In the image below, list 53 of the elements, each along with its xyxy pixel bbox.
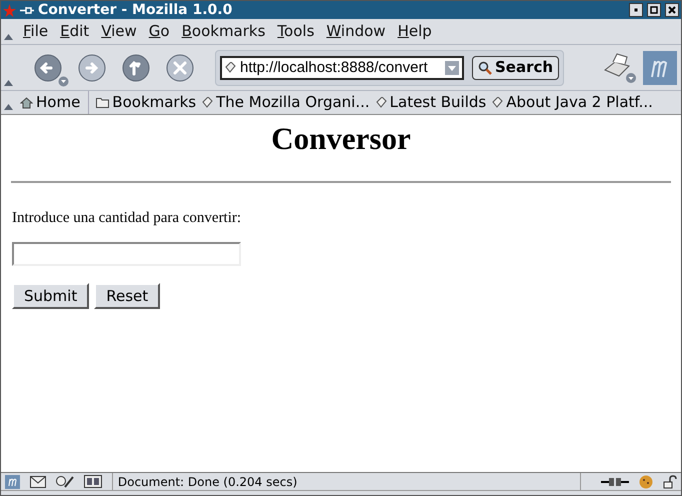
search-icon bbox=[478, 60, 492, 74]
menu-item[interactable]: Window bbox=[320, 20, 392, 43]
bookmark-item[interactable]: Bookmarks bbox=[93, 91, 200, 114]
bookmark-item[interactable]: About Java 2 Platf... bbox=[489, 91, 656, 114]
home-icon bbox=[20, 96, 33, 108]
amount-field[interactable] bbox=[12, 242, 241, 266]
bookmark-item[interactable]: Latest Builds bbox=[372, 91, 490, 114]
mozilla-icon[interactable] bbox=[5, 474, 20, 488]
reload-button[interactable] bbox=[121, 52, 151, 82]
folder-icon bbox=[96, 97, 110, 108]
search-button[interactable]: Search bbox=[472, 56, 560, 80]
minimize-icon bbox=[632, 6, 640, 14]
bookmark-icon bbox=[376, 97, 387, 108]
back-button[interactable] bbox=[33, 52, 63, 82]
menu-item[interactable]: File bbox=[17, 20, 54, 43]
prompt-text: Introduce una cantidad para convertir: bbox=[12, 209, 242, 228]
menu-item[interactable]: Help bbox=[392, 20, 438, 43]
mail-icon[interactable] bbox=[30, 476, 46, 488]
grippy-icon[interactable] bbox=[4, 104, 13, 110]
connection-icon bbox=[601, 476, 630, 486]
bookmark-icon bbox=[492, 97, 504, 108]
grippy-icon[interactable] bbox=[4, 34, 13, 40]
bookmark-item[interactable]: The Mozilla Organi... bbox=[199, 91, 373, 114]
star-icon[interactable] bbox=[3, 4, 16, 16]
maximize-icon bbox=[650, 6, 658, 14]
dropdown-icon[interactable] bbox=[58, 76, 69, 86]
mozilla-logo-icon[interactable] bbox=[643, 50, 677, 84]
url-text: http://localhost:8888/convert bbox=[240, 60, 429, 75]
url-field[interactable]: http://localhost:8888/convert bbox=[220, 56, 464, 80]
pin-icon[interactable] bbox=[20, 6, 34, 14]
page-heading: Conversor bbox=[270, 121, 412, 157]
stop-button[interactable] bbox=[165, 52, 195, 82]
menu-item[interactable]: Edit bbox=[54, 20, 96, 43]
close-button[interactable] bbox=[665, 3, 679, 17]
grippy-icon[interactable] bbox=[4, 80, 13, 86]
reset-button[interactable]: Reset bbox=[94, 282, 160, 308]
menu-item[interactable]: Bookmarks bbox=[176, 20, 272, 43]
dropdown-icon[interactable] bbox=[445, 60, 459, 74]
menu-item[interactable]: Tools bbox=[271, 20, 320, 43]
maximize-button[interactable] bbox=[647, 3, 661, 17]
submit-button[interactable]: Submit bbox=[12, 282, 90, 308]
bookmark-icon bbox=[202, 97, 214, 108]
lock-icon bbox=[663, 474, 677, 488]
bookmark-item[interactable]: Home bbox=[17, 91, 90, 114]
minimize-button[interactable] bbox=[629, 3, 643, 17]
status-text: Document: Done (0.204 secs) bbox=[112, 472, 582, 490]
window-title: Converter - Mozilla 1.0.0 bbox=[38, 3, 232, 17]
bookmark-icon bbox=[225, 62, 236, 73]
cookie-icon[interactable] bbox=[639, 474, 653, 488]
menu-item[interactable]: Go bbox=[142, 20, 176, 43]
close-icon bbox=[668, 6, 676, 14]
menu-item[interactable]: View bbox=[95, 20, 143, 43]
forward-button[interactable] bbox=[77, 52, 107, 82]
